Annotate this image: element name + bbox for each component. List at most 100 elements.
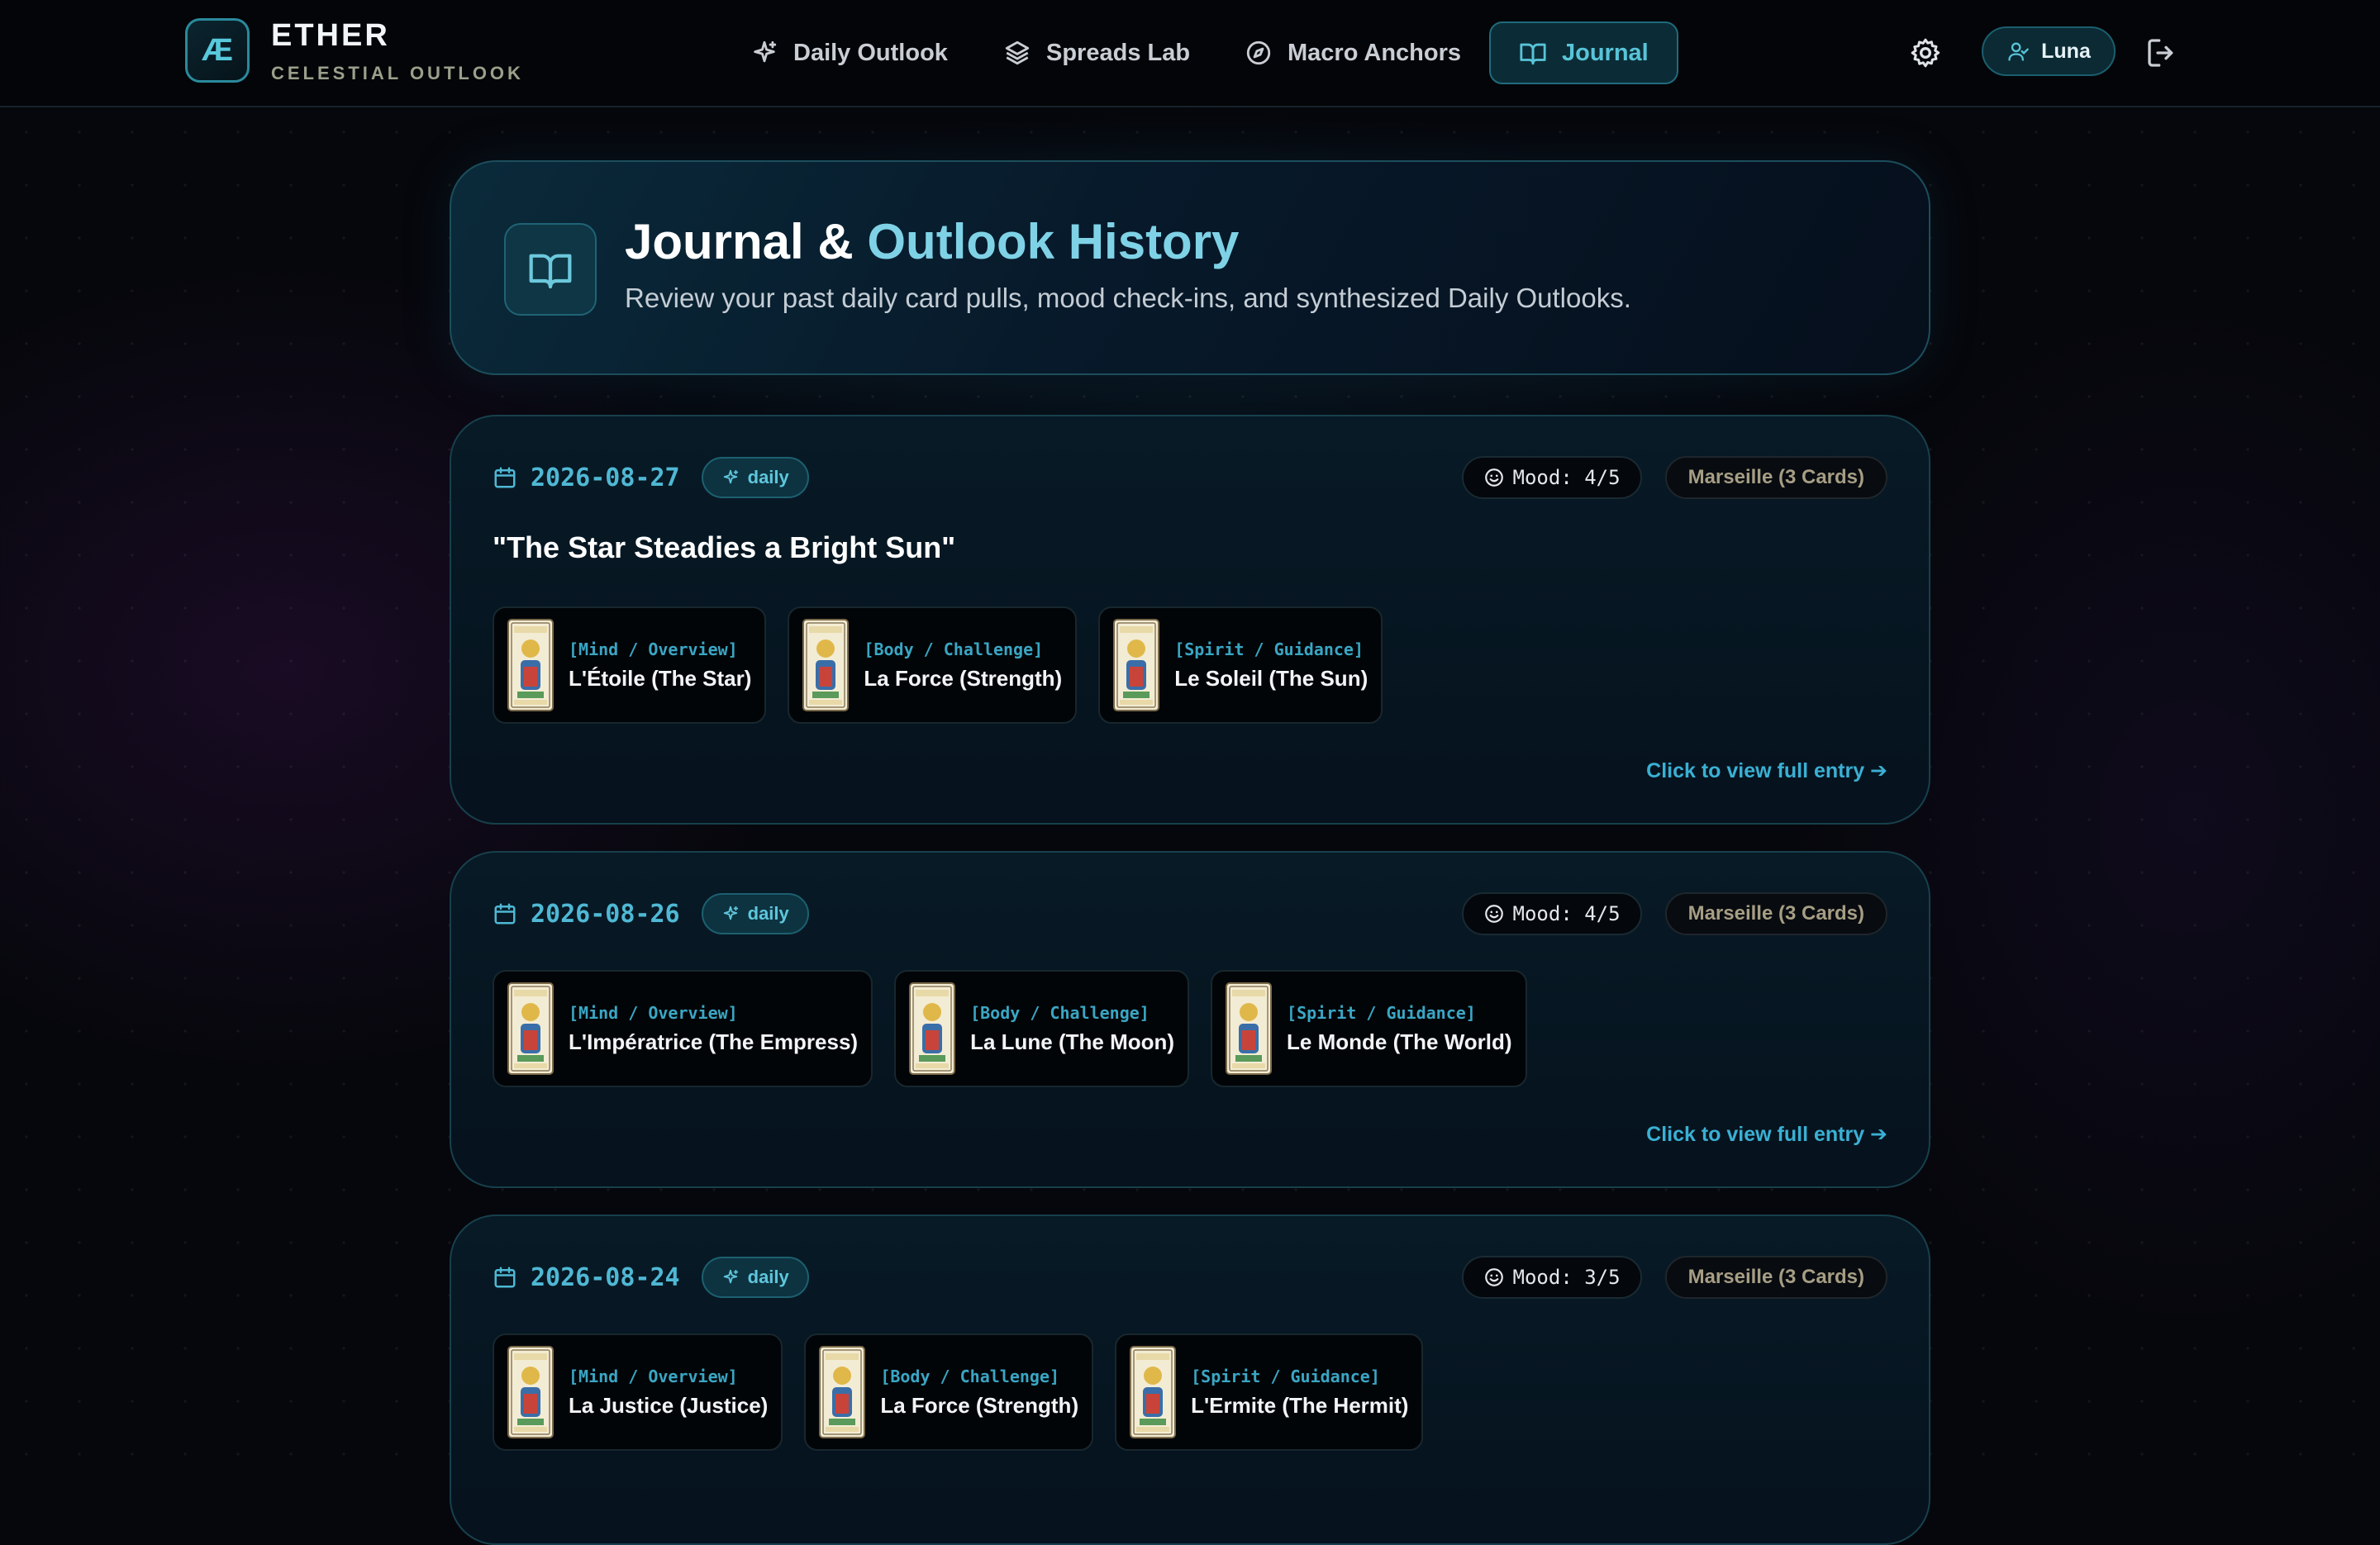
- card-name: La Justice (Justice): [569, 1392, 769, 1418]
- page-title-accent: Outlook History: [867, 214, 1240, 269]
- tarot-card-image: [507, 619, 554, 711]
- book-open-icon: [1520, 43, 1546, 65]
- nav-macro-anchors[interactable]: Macro Anchors: [1245, 21, 1461, 84]
- tarot-card-image: [1113, 619, 1159, 711]
- entry-cards: [Mind / Overview] La Justice (Justice) [B…: [493, 1333, 1424, 1451]
- tarot-card-image: [802, 619, 849, 711]
- mood-label: Mood: 3/5: [1512, 1266, 1621, 1289]
- mood-badge: Mood: 4/5: [1461, 456, 1642, 499]
- tarot-card-image: [1130, 1346, 1176, 1438]
- card-name: L'Impératrice (The Empress): [569, 1029, 859, 1054]
- entry-cards: [Mind / Overview] L'Impératrice (The Empr…: [493, 970, 1527, 1087]
- view-full-entry-link[interactable]: Click to view full entry ➔: [1646, 758, 1887, 783]
- tarot-card-chip[interactable]: [Mind / Overview] L'Étoile (The Star): [493, 606, 767, 724]
- smile-icon: [1483, 467, 1505, 488]
- entry-date: 2026-08-26: [531, 899, 680, 929]
- user-menu-button[interactable]: Luna: [1982, 26, 2116, 76]
- card-name: La Force (Strength): [864, 665, 1063, 691]
- smile-icon: [1483, 903, 1505, 925]
- deck-badge: Marseille (3 Cards): [1664, 456, 1887, 499]
- nav-item-label: Macro Anchors: [1288, 39, 1462, 66]
- tarot-card-chip[interactable]: [Body / Challenge] La Force (Strength): [804, 1333, 1094, 1451]
- entry-type-label: daily: [747, 467, 789, 487]
- book-open-icon: [529, 254, 572, 289]
- journal-entry-card[interactable]: 2026-08-27 daily Mood: 4/5 Marseille (3 …: [450, 415, 1930, 825]
- journal-header-icon-box: [504, 223, 597, 316]
- deck-badge: Marseille (3 Cards): [1664, 1256, 1887, 1299]
- tarot-card-image: [1226, 982, 1272, 1075]
- deck-badge: Marseille (3 Cards): [1664, 892, 1887, 935]
- card-position: [Spirit / Guidance]: [1287, 1002, 1476, 1023]
- mood-label: Mood: 4/5: [1512, 902, 1621, 925]
- mood-badge: Mood: 4/5: [1461, 892, 1642, 935]
- entry-date-row: 2026-08-26 daily: [493, 892, 809, 935]
- smile-icon: [1483, 1267, 1505, 1288]
- card-position: [Body / Challenge]: [880, 1366, 1060, 1386]
- entry-meta-badges: Mood: 4/5 Marseille (3 Cards): [1461, 892, 1887, 935]
- brand-logo[interactable]: Æ: [185, 18, 250, 83]
- calendar-icon: [493, 1265, 517, 1290]
- tarot-card-image: [507, 982, 554, 1075]
- card-position: [Body / Challenge]: [970, 1002, 1150, 1023]
- entry-title: "The Star Steadies a Bright Sun": [493, 530, 956, 564]
- entry-meta-badges: Mood: 4/5 Marseille (3 Cards): [1461, 456, 1887, 499]
- page-title-main: Journal &: [625, 214, 868, 269]
- page-subtitle: Review your past daily card pulls, mood …: [625, 283, 1631, 313]
- entry-type-badge: daily: [701, 457, 809, 498]
- tarot-card-chip[interactable]: [Spirit / Guidance] Le Soleil (The Sun): [1098, 606, 1383, 724]
- card-name: La Force (Strength): [880, 1392, 1079, 1418]
- tarot-card-chip[interactable]: [Spirit / Guidance] Le Monde (The World): [1211, 970, 1527, 1087]
- logout-icon[interactable]: [2145, 36, 2178, 69]
- layers-icon: [1005, 40, 1030, 65]
- tarot-card-chip[interactable]: [Body / Challenge] La Lune (The Moon): [894, 970, 1190, 1087]
- tarot-card-image: [819, 1346, 865, 1438]
- entry-date: 2026-08-24: [531, 1262, 680, 1292]
- sparkles-icon: [721, 905, 740, 923]
- tarot-card-chip[interactable]: [Mind / Overview] L'Impératrice (The Empr…: [493, 970, 873, 1087]
- sparkles-icon: [721, 468, 740, 487]
- nav-daily-outlook[interactable]: Daily Outlook: [750, 21, 948, 84]
- brand-subtitle: CELESTIAL OUTLOOK: [271, 63, 524, 83]
- entry-type-label: daily: [747, 903, 789, 924]
- tarot-card-chip[interactable]: [Body / Challenge] La Force (Strength): [788, 606, 1078, 724]
- entry-cards: [Mind / Overview] L'Étoile (The Star) [Bo…: [493, 606, 1383, 724]
- journal-entry-card[interactable]: 2026-08-26 daily Mood: 4/5 Marseille (3 …: [450, 851, 1930, 1188]
- user-name: Luna: [2041, 39, 2091, 63]
- nav-item-label: Spreads Lab: [1046, 39, 1191, 66]
- gear-icon[interactable]: [1909, 36, 1942, 69]
- card-position: [Body / Challenge]: [864, 639, 1044, 659]
- card-position: [Mind / Overview]: [569, 1366, 738, 1386]
- user-icon: [2008, 42, 2029, 61]
- entry-type-badge: daily: [701, 1257, 809, 1298]
- card-name: Le Soleil (The Sun): [1174, 665, 1368, 691]
- brand-title: ETHER: [271, 18, 390, 53]
- card-name: L'Ermite (The Hermit): [1191, 1392, 1409, 1418]
- card-name: Le Monde (The World): [1287, 1029, 1512, 1054]
- mood-badge: Mood: 3/5: [1461, 1256, 1642, 1299]
- view-full-entry-link[interactable]: Click to view full entry ➔: [1646, 1122, 1887, 1147]
- card-name: L'Étoile (The Star): [569, 665, 752, 691]
- tarot-card-image: [507, 1346, 554, 1438]
- compass-icon: [1246, 40, 1271, 65]
- card-name: La Lune (The Moon): [970, 1029, 1175, 1054]
- tarot-card-image: [909, 982, 955, 1075]
- entry-type-badge: daily: [701, 893, 809, 934]
- calendar-icon: [493, 465, 517, 490]
- sparkles-icon: [750, 39, 778, 67]
- sparkles-icon: [721, 1268, 740, 1286]
- entry-meta-badges: Mood: 3/5 Marseille (3 Cards): [1461, 1256, 1887, 1299]
- mood-label: Mood: 4/5: [1512, 466, 1621, 489]
- nav-spreads-lab[interactable]: Spreads Lab: [1003, 21, 1190, 84]
- card-position: [Spirit / Guidance]: [1191, 1366, 1380, 1386]
- entry-type-label: daily: [747, 1267, 789, 1287]
- tarot-card-chip[interactable]: [Mind / Overview] La Justice (Justice): [493, 1333, 783, 1451]
- entry-date-row: 2026-08-27 daily: [493, 456, 809, 499]
- nav-journal[interactable]: Journal: [1489, 21, 1678, 84]
- entry-date-row: 2026-08-24 daily: [493, 1256, 809, 1299]
- journal-header-card: Journal & Outlook History Review your pa…: [450, 160, 1930, 375]
- card-position: [Spirit / Guidance]: [1174, 639, 1364, 659]
- journal-entry-card[interactable]: 2026-08-24 daily Mood: 3/5 Marseille (3 …: [450, 1215, 1930, 1545]
- page-title: Journal & Outlook History: [625, 213, 1239, 270]
- tarot-card-chip[interactable]: [Spirit / Guidance] L'Ermite (The Hermit): [1115, 1333, 1424, 1451]
- top-navbar: Æ ETHER CELESTIAL OUTLOOK Daily Outlook …: [0, 0, 2380, 107]
